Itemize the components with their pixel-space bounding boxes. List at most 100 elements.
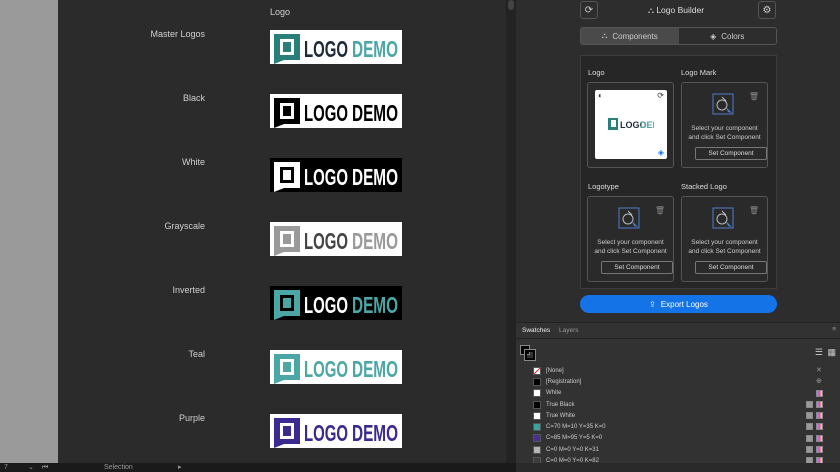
variant-label: Teal (188, 349, 205, 359)
color-mode-icon (816, 446, 823, 454)
document-canvas[interactable]: Logo Master Logos LOGO DEMO Black LOGO DEMO Wh… (58, 0, 506, 463)
svg-text:DEMO: DEMO (640, 120, 654, 130)
page-number[interactable]: 7 (4, 463, 8, 472)
vertical-scrollbar[interactable] (506, 0, 516, 463)
swatch-chip (533, 389, 541, 398)
variant-label: Purple (178, 413, 205, 423)
swatch-row[interactable]: [Registration] ⊕ (533, 376, 831, 387)
swatch-row[interactable]: C=0 M=0 Y=0 K=31 (533, 444, 831, 455)
swatch-marks (806, 423, 823, 431)
tab-bar: ⛬ Components ◈ Colors (580, 27, 777, 45)
paint-bucket-icon[interactable]: ◈ (658, 148, 664, 157)
tab-components[interactable]: ⛬ Components (581, 28, 679, 44)
variant-label: White (181, 157, 205, 167)
select-object-icon (712, 207, 734, 229)
paint-bucket-icon: ◈ (710, 31, 717, 41)
logo-variant[interactable]: LOGO DEMO (270, 350, 402, 384)
stroke-swatch[interactable] (524, 349, 536, 361)
swatch-chip (533, 377, 541, 386)
trash-icon[interactable]: 🗑 (749, 206, 759, 215)
svg-text:DEMO: DEMO (352, 100, 398, 126)
logo-graphic: LOGO DEMO (274, 98, 398, 128)
svg-text:LOGO: LOGO (304, 292, 348, 318)
trash-icon[interactable]: 🗑 (749, 92, 759, 101)
swatch-name: C=70 M=10 Y=35 K=0 (546, 424, 606, 431)
variant-label: Black (182, 93, 205, 103)
tab-label: Colors (721, 31, 745, 41)
swatch-row[interactable]: True White (533, 410, 831, 421)
menu-icon[interactable]: ≡ (832, 326, 836, 333)
play-icon[interactable]: ▸ (178, 463, 182, 472)
logo-variant[interactable]: LOGO DEMO (270, 30, 402, 64)
export-label: Export Logos (660, 299, 708, 309)
swatch-marks (816, 389, 823, 397)
set-component-button[interactable]: Set Component (601, 261, 673, 274)
set-component-button[interactable]: Set Component (695, 261, 767, 274)
trash-icon[interactable]: 🗑 (655, 206, 665, 215)
logo-graphic: LOGO DEMO (274, 162, 398, 192)
tool-label: Selection (104, 464, 133, 471)
component-label-logotype: Logotype (588, 182, 619, 191)
status-bar: 7 ⌄ ⏮ Selection ▸ (0, 463, 516, 472)
component-card-stacked-logo[interactable]: 🗑 Select your component and click Set Co… (681, 196, 768, 282)
swatch-chip (533, 366, 541, 375)
chevron-down-icon[interactable]: ⌄ (28, 463, 34, 472)
refresh-icon[interactable]: ⟳ (657, 91, 664, 100)
svg-text:DEMO: DEMO (352, 356, 398, 382)
swatch-list: [None] ✕ [Registration] ⊕ White True Black Tru… (533, 365, 831, 467)
component-card-logo[interactable]: ◐ ⟳ LOGO DEMO ◈ (587, 82, 674, 168)
panel-title: ⛬ Logo Builder (648, 5, 704, 16)
swatch-chip (533, 434, 541, 443)
swatch-name: White (546, 390, 562, 397)
swatch-row[interactable]: White (533, 388, 831, 399)
tab-colors[interactable]: ◈ Colors (679, 28, 777, 44)
set-component-button[interactable]: Set Component (695, 147, 767, 160)
swatch-name: True Black (546, 401, 575, 408)
refresh-icon[interactable]: ⟳ (580, 1, 598, 19)
components-area: Logo ◐ ⟳ LOGO DEMO ◈ Logo Mark (580, 55, 777, 289)
swatch-marks (806, 446, 823, 454)
gear-icon[interactable]: ⚙ (758, 1, 776, 19)
tab-layers[interactable]: Layers (559, 327, 579, 334)
process-icon (806, 434, 813, 442)
logo-graphic: LOGO DEMO (274, 290, 398, 320)
page-title: Logo (270, 7, 291, 17)
logo-graphic: LOGO DEMO (274, 354, 398, 384)
list-view-icon[interactable]: ☰ (815, 347, 823, 358)
swatch-row[interactable]: C=85 M=95 Y=5 K=0 (533, 433, 831, 444)
swatch-chip (533, 400, 541, 409)
swatch-row[interactable]: C=70 M=10 Y=35 K=0 (533, 421, 831, 432)
component-card-logotype[interactable]: 🗑 Select your component and click Set Co… (587, 196, 674, 282)
tab-swatches[interactable]: Swatches (522, 327, 550, 334)
svg-text:DEMO: DEMO (352, 292, 398, 318)
logo-variant[interactable]: LOGO DEMO (270, 222, 402, 256)
logo-variant[interactable]: LOGO DEMO (270, 414, 402, 448)
export-icon: ⇪ (649, 299, 656, 309)
logo-variant[interactable]: LOGO DEMO (270, 286, 402, 320)
export-logos-button[interactable]: ⇪ Export Logos (580, 295, 777, 313)
contrast-icon[interactable]: ◐ (598, 91, 603, 100)
panel-header: ⟳ ⛬ Logo Builder ⚙ (516, 0, 840, 20)
logo-graphic: LOGO DEMO (274, 226, 398, 256)
swatch-chip (533, 445, 541, 454)
nav-first-icon[interactable]: ⏮ (42, 463, 48, 472)
swatch-name: [None] (546, 367, 564, 374)
component-label-logo: Logo (588, 68, 605, 77)
swatch-marks (806, 400, 823, 408)
logo-variant[interactable]: LOGO DEMO (270, 94, 402, 128)
swatch-name: [Registration] (546, 378, 582, 385)
swatch-name: C=85 M=95 Y=5 K=0 (546, 435, 603, 442)
swatch-row[interactable]: True Black (533, 399, 831, 410)
component-card-logo-mark[interactable]: 🗑 Select your component and click Set Co… (681, 82, 768, 168)
pasteboard (0, 0, 58, 463)
process-icon (806, 423, 813, 431)
select-object-icon (618, 207, 640, 229)
swatch-marks (806, 412, 823, 420)
scroll-thumb[interactable] (508, 0, 514, 10)
component-label-stacked-logo: Stacked Logo (681, 182, 727, 191)
logo-variant[interactable]: LOGO DEMO (270, 158, 402, 192)
grid-view-icon[interactable]: ▦ (827, 347, 836, 358)
swatch-name: True White (546, 412, 576, 419)
swatch-row[interactable]: [None] ✕ (533, 365, 831, 376)
logo-graphic: LOGO DEMO (274, 418, 398, 448)
